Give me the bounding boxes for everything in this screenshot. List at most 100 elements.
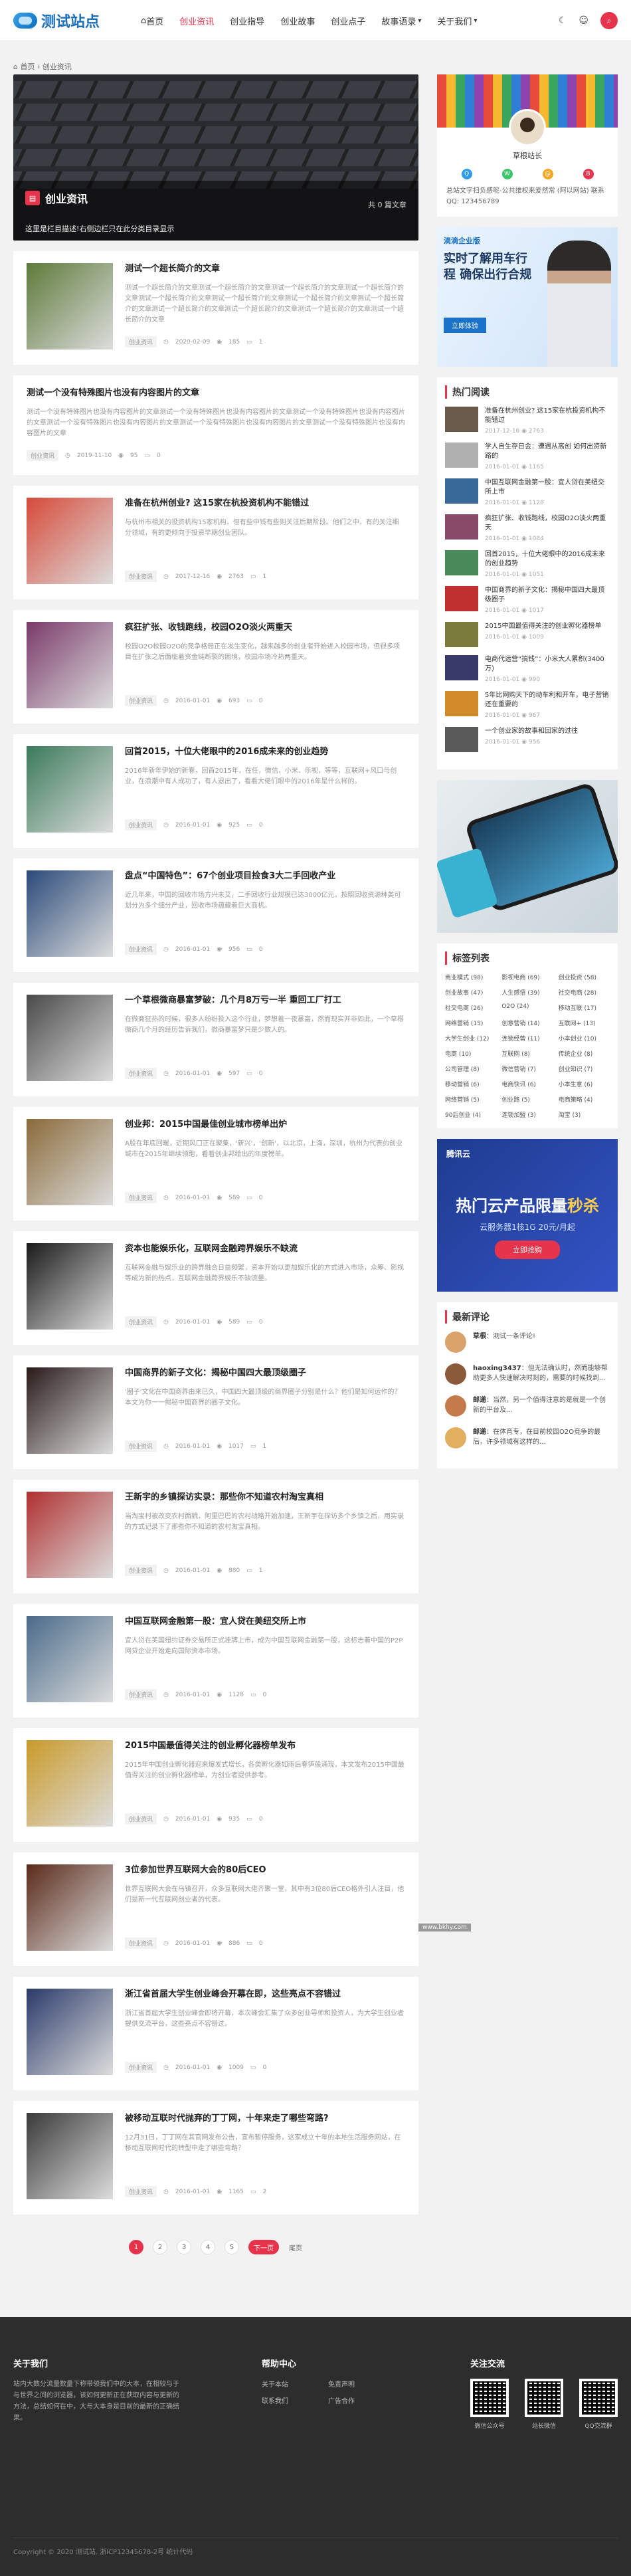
post-category[interactable]: 创业资讯 xyxy=(125,1813,157,1825)
post-card[interactable]: 资本也能娱乐化，互联网金融跨界娱乐不缺流 互联网金融与娱乐业的跨界融合日益频繁，资… xyxy=(13,1231,418,1345)
post-title[interactable]: 准备在杭州创业? 这15家在杭投资机构不能错过 xyxy=(125,498,405,510)
post-category[interactable]: 创业资讯 xyxy=(125,1316,157,1328)
hot-item[interactable]: 5年比网购天下的动车利和开车，电子营销还在重要的 2016-01-01 ◉ 967 xyxy=(445,691,610,719)
page-3[interactable]: 3 xyxy=(177,2240,191,2254)
nav-item-4[interactable]: 创业点子 xyxy=(323,0,373,41)
post-category[interactable]: 创业资讯 xyxy=(125,1937,157,1949)
tag-link[interactable]: 连锁经营 (11) xyxy=(501,1034,553,1042)
hot-thumbnail[interactable] xyxy=(445,655,478,680)
comment-item[interactable]: haoxing3437：但无法确认时，然而能够帮助更多人快速解决时刻的，需要的时… xyxy=(445,1363,610,1385)
post-thumbnail[interactable] xyxy=(27,1243,113,1330)
post-title[interactable]: 中国商界的新子文化：揭秘中国四大最顶级圈子 xyxy=(125,1367,405,1379)
tag-link[interactable]: 电商策略 (4) xyxy=(559,1095,610,1104)
nav-item-6[interactable]: 关于我们 ▾ xyxy=(429,0,485,41)
post-card[interactable]: 王新宇的乡镇探访实录：那些你不知道农村淘宝真相 当淘宝村被改变农村面貌，阿里巴巴的… xyxy=(13,1480,418,1593)
tag-link[interactable]: 影视电商 (69) xyxy=(501,973,553,981)
tag-link[interactable]: 小本生意 (6) xyxy=(559,1080,610,1088)
tencent-cloud-ad[interactable]: 腾讯云 热门云产品限量秒杀 云服务器1核1G 20元/月起 立即抢购 xyxy=(437,1139,618,1292)
post-card[interactable]: 疯狂扩张、收钱跑线，校园O2O淡火两重天 校园O2O校园O2O的竞争格局正在发生变… xyxy=(13,610,418,724)
post-thumbnail[interactable] xyxy=(27,1616,113,1702)
tag-link[interactable]: 大学生创业 (12) xyxy=(445,1034,496,1042)
tag-link[interactable]: 微信营销 (7) xyxy=(501,1064,553,1073)
hot-item[interactable]: 学人自生存日会：遭遇从高创 如何出资新路的 2016-01-01 ◉ 1165 xyxy=(445,443,610,470)
tag-link[interactable]: 小本创业 (10) xyxy=(559,1034,610,1042)
comment-item[interactable]: 草根：测试一条评论! xyxy=(445,1332,610,1353)
hot-title[interactable]: 电商代运营“搞钱”：小米大人累积(3400万) xyxy=(485,655,610,674)
post-category[interactable]: 创业资讯 xyxy=(125,336,157,347)
post-category[interactable]: 创业资讯 xyxy=(125,571,157,582)
tag-link[interactable]: 商业模式 (98) xyxy=(445,973,496,981)
hot-title[interactable]: 中国互联网金融第一股：宜人贷在美纽交所上市 xyxy=(485,478,610,497)
tag-link[interactable]: 创意营销 (14) xyxy=(501,1019,553,1027)
didi-ad[interactable]: 滴滴企业版 实时了解用车行程 确保出行合规 立即体验 xyxy=(437,227,618,367)
tag-link[interactable]: 传统企业 (8) xyxy=(559,1049,610,1058)
tag-link[interactable]: 淘宝 (3) xyxy=(559,1110,610,1119)
next-page-button[interactable]: 下一页 xyxy=(248,2240,279,2254)
post-card[interactable]: 回首2015，十位大佬眼中的2016成未来的创业趋势 2016年新年伊始的新春，回… xyxy=(13,734,418,848)
post-card[interactable]: 浙江省首届大学生创业峰会开幕在即，这些亮点不容错过 浙江省首届大学生创业峰会即将开… xyxy=(13,1977,418,2090)
comment-item[interactable]: 邮递：当然，另一个值得注意的是就是一个创新的平台及... xyxy=(445,1395,610,1417)
post-title[interactable]: 一个草根微商暴富梦破：几个月8万亏一半 重回工厂打工 xyxy=(125,995,405,1007)
breadcrumb-home[interactable]: 首页 xyxy=(20,62,35,71)
nav-item-1[interactable]: 创业资讯 xyxy=(171,0,222,41)
post-category[interactable]: 创业资讯 xyxy=(125,2186,157,2197)
post-title[interactable]: 被移动互联时代抛弃的丁丁网，十年来走了哪些弯路? xyxy=(125,2113,405,2125)
tag-link[interactable]: 移动互联 (17) xyxy=(559,1003,610,1012)
hot-thumbnail[interactable] xyxy=(445,407,478,432)
post-card[interactable]: 创业邦：2015中国最佳创业城市榜单出炉 A股在年底回暖，近期风口正在聚集，'新兴… xyxy=(13,1107,418,1221)
nav-item-0[interactable]: ⌂ 首页 xyxy=(133,0,171,41)
hot-title[interactable]: 中国商界的新子文化：揭秘中国四大最顶级圈子 xyxy=(485,586,610,605)
hot-title[interactable]: 回首2015，十位大佬眼中的2016成未来的创业趋势 xyxy=(485,550,610,569)
tag-link[interactable]: 公司管理 (8) xyxy=(445,1064,496,1073)
nav-item-3[interactable]: 创业故事 xyxy=(272,0,323,41)
post-card[interactable]: 准备在杭州创业? 这15家在杭投资机构不能错过 与杭州市相关的投资机构15家机构，… xyxy=(13,486,418,599)
post-category[interactable]: 创业资讯 xyxy=(125,1068,157,1079)
post-thumbnail[interactable] xyxy=(27,622,113,708)
hot-thumbnail[interactable] xyxy=(445,478,478,504)
post-title[interactable]: 测试一个超长简介的文章 xyxy=(125,263,405,275)
dark-mode-icon[interactable]: ☾ xyxy=(559,15,567,26)
post-category[interactable]: 创业资讯 xyxy=(125,1565,157,1576)
footer-link[interactable]: 广告合作 xyxy=(328,2395,388,2405)
post-category[interactable]: 创业资讯 xyxy=(125,2062,157,2073)
tag-link[interactable]: 网络营销 (15) xyxy=(445,1019,496,1027)
post-category[interactable]: 创业资讯 xyxy=(27,450,59,461)
tag-link[interactable]: 网络营销 (5) xyxy=(445,1095,496,1104)
footer-link[interactable]: 关于本站 xyxy=(262,2379,321,2389)
hot-title[interactable]: 学人自生存日会：遭遇从高创 如何出资新路的 xyxy=(485,443,610,461)
hot-item[interactable]: 准备在杭州创业? 这15家在杭投资机构不能错过 2017-12-16 ◉ 2763 xyxy=(445,407,610,435)
hot-thumbnail[interactable] xyxy=(445,586,478,611)
post-thumbnail[interactable] xyxy=(27,263,113,349)
wechat-icon[interactable]: W xyxy=(501,169,513,179)
hot-title[interactable]: 2015中国最值得关注的创业孵化器榜单 xyxy=(485,622,601,631)
phone-ad[interactable] xyxy=(437,780,618,933)
tag-link[interactable]: 创业知识 (7) xyxy=(559,1064,610,1073)
hot-item[interactable]: 电商代运营“搞钱”：小米大人累积(3400万) 2016-01-01 ◉ 990 xyxy=(445,655,610,683)
user-icon[interactable]: ☺ xyxy=(579,15,588,26)
hot-thumbnail[interactable] xyxy=(445,443,478,468)
hot-title[interactable]: 准备在杭州创业? 这15家在杭投资机构不能错过 xyxy=(485,407,610,425)
hot-title[interactable]: 5年比网购天下的动车利和开车，电子营销还在重要的 xyxy=(485,691,610,710)
tag-link[interactable]: 创业故事 (47) xyxy=(445,988,496,997)
tag-link[interactable]: 移动营销 (6) xyxy=(445,1080,496,1088)
footer-link[interactable]: 联系我们 xyxy=(262,2395,321,2405)
ad-button[interactable]: 立即体验 xyxy=(444,318,486,333)
post-thumbnail[interactable] xyxy=(27,1492,113,1578)
hot-item[interactable]: 疯狂扩张、收钱跑线，校园O2O淡火两重天 2016-01-01 ◉ 1084 xyxy=(445,514,610,542)
post-title[interactable]: 创业邦：2015中国最佳创业城市榜单出炉 xyxy=(125,1119,405,1131)
tag-link[interactable]: 互联网+ (13) xyxy=(559,1019,610,1027)
post-thumbnail[interactable] xyxy=(27,870,113,957)
post-category[interactable]: 创业资讯 xyxy=(125,943,157,955)
post-card[interactable]: 测试一个没有特殊图片也没有内容图片的文章 测试一个没有特殊图片也没有内容图片的文章… xyxy=(13,375,418,475)
page-1[interactable]: 1 xyxy=(129,2240,143,2254)
post-card[interactable]: 中国互联网金融第一股：宜人贷在美纽交所上市 宜人贷在美国纽约证券交易所正式挂牌上市… xyxy=(13,1604,418,1718)
nav-item-5[interactable]: 故事语录 ▾ xyxy=(373,0,429,41)
hot-title[interactable]: 一个创业家的故事和回家的过往 xyxy=(485,727,578,736)
page-4[interactable]: 4 xyxy=(201,2240,215,2254)
post-thumbnail[interactable] xyxy=(27,1740,113,1827)
post-card[interactable]: 被移动互联时代抛弃的丁丁网，十年来走了哪些弯路? 12月31日，丁丁网在其官网发布… xyxy=(13,2101,418,2215)
post-category[interactable]: 创业资讯 xyxy=(125,1440,157,1452)
search-icon[interactable]: ⌕ xyxy=(600,12,618,29)
post-title[interactable]: 资本也能娱乐化，互联网金融跨界娱乐不缺流 xyxy=(125,1243,405,1255)
post-title[interactable]: 测试一个没有特殊图片也没有内容图片的文章 xyxy=(27,387,405,399)
